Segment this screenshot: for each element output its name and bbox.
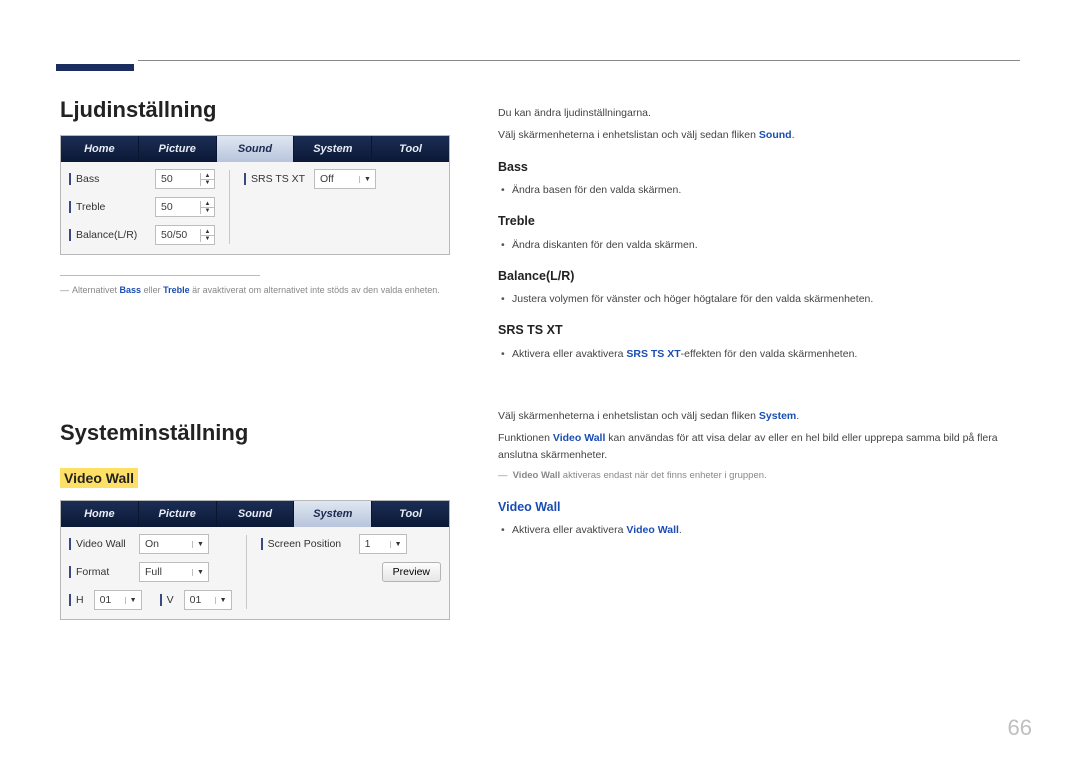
tab-sound[interactable]: Sound xyxy=(217,136,295,162)
videowall-heading: Video Wall xyxy=(498,498,1020,517)
srs-heading: SRS TS XT xyxy=(498,321,1020,340)
caret-down-icon[interactable]: ▼ xyxy=(201,235,214,242)
preview-button[interactable]: Preview xyxy=(382,562,441,582)
treble-label: Treble xyxy=(69,201,149,213)
balance-label: Balance(L/R) xyxy=(69,229,149,241)
srs-value: Off xyxy=(315,173,359,185)
sound-panel-body: Bass 50 ▲ ▼ Treble xyxy=(61,162,449,254)
system-note: ― Video Wall aktiveras endast när det fi… xyxy=(498,469,1020,484)
h-label: H xyxy=(69,594,88,606)
footnote-text: eller xyxy=(141,285,163,295)
vertical-divider xyxy=(229,170,230,244)
tab-picture[interactable]: Picture xyxy=(139,136,217,162)
system-tabbar: Home Picture Sound System Tool xyxy=(61,501,449,527)
caret-down-icon[interactable]: ▼ xyxy=(201,207,214,214)
h-dropdown[interactable]: 01 ▼ xyxy=(94,590,142,610)
tab-home[interactable]: Home xyxy=(61,501,139,527)
dash-icon: ― xyxy=(60,284,70,297)
page-root: Ljudinställning Home Picture Sound Syste… xyxy=(0,0,1080,680)
screenpos-label: Screen Position xyxy=(261,538,353,550)
balance-heading: Balance(L/R) xyxy=(498,267,1020,286)
sound-panel: Home Picture Sound System Tool Bass 50 xyxy=(60,135,450,255)
footnote-text: är avaktiverat om alternativet inte stöd… xyxy=(190,285,440,295)
chevron-down-icon[interactable]: ▼ xyxy=(390,541,406,548)
header-accent-bar xyxy=(56,64,134,71)
sound-footnote: ― Alternativet Bass eller Treble är avak… xyxy=(60,284,450,297)
screenpos-dropdown[interactable]: 1 ▼ xyxy=(359,534,407,554)
balance-stepper[interactable]: 50/50 ▲ ▼ xyxy=(155,225,215,245)
sound-section: Ljudinställning Home Picture Sound Syste… xyxy=(60,79,1020,366)
v-value: 01 xyxy=(185,594,215,606)
sound-left-column: Ljudinställning Home Picture Sound Syste… xyxy=(60,79,450,366)
bass-label: Bass xyxy=(69,173,149,185)
tab-tool[interactable]: Tool xyxy=(372,501,449,527)
system-panel-body: Video Wall On ▼ Format Full ▼ xyxy=(61,527,449,619)
srs-label: SRS TS XT xyxy=(244,173,308,185)
system-panel: Home Picture Sound System Tool Video Wal… xyxy=(60,500,450,620)
system-fn-desc: Funktionen Video Wall kan användas för a… xyxy=(498,430,1020,463)
sound-tabbar: Home Picture Sound System Tool xyxy=(61,136,449,162)
system-right-column: Välj skärmenheterna i enhetslistan och v… xyxy=(498,402,1020,640)
treble-desc: Ändra diskanten för den valda skärmen. xyxy=(512,237,1020,253)
treble-value: 50 xyxy=(156,201,200,213)
tab-system[interactable]: System xyxy=(294,136,372,162)
chevron-down-icon[interactable]: ▼ xyxy=(192,569,208,576)
bass-heading: Bass xyxy=(498,158,1020,177)
v-label: V xyxy=(160,594,178,606)
sound-right-column: Du kan ändra ljudinställningarna. Välj s… xyxy=(498,79,1020,366)
format-value: Full xyxy=(140,566,192,578)
sound-intro-2: Välj skärmenheterna i enhetslistan och v… xyxy=(498,127,1020,143)
header-rule xyxy=(138,60,1020,61)
system-group-right: Screen Position 1 ▼ Preview xyxy=(261,533,441,611)
tab-sound[interactable]: Sound xyxy=(217,501,295,527)
balance-desc: Justera volymen för vänster och höger hö… xyxy=(512,291,1020,307)
sound-group-right: SRS TS XT Off ▼ xyxy=(244,168,376,246)
tab-tool[interactable]: Tool xyxy=(372,136,449,162)
balance-value: 50/50 xyxy=(156,229,200,241)
footnote-treble: Treble xyxy=(163,285,190,295)
system-group-left: Video Wall On ▼ Format Full ▼ xyxy=(69,533,232,611)
treble-heading: Treble xyxy=(498,212,1020,231)
videowall-desc: Aktivera eller avaktivera Video Wall. xyxy=(512,522,1020,538)
treble-stepper[interactable]: 50 ▲ ▼ xyxy=(155,197,215,217)
footnote-text: Alternativet xyxy=(72,285,120,295)
bass-stepper[interactable]: 50 ▲ ▼ xyxy=(155,169,215,189)
system-title: Systeminställning xyxy=(60,420,450,446)
format-label: Format xyxy=(69,566,133,578)
tab-picture[interactable]: Picture xyxy=(139,501,217,527)
system-intro-1: Välj skärmenheterna i enhetslistan och v… xyxy=(498,408,1020,424)
system-section: Systeminställning Video Wall Home Pictur… xyxy=(60,402,1020,640)
dash-icon: ― xyxy=(498,469,510,484)
srs-dropdown[interactable]: Off ▼ xyxy=(314,169,376,189)
format-dropdown[interactable]: Full ▼ xyxy=(139,562,209,582)
tab-system[interactable]: System xyxy=(294,501,372,527)
videowall-value: On xyxy=(140,538,192,550)
tab-home[interactable]: Home xyxy=(61,136,139,162)
screenpos-value: 1 xyxy=(360,538,390,550)
videowall-dropdown[interactable]: On ▼ xyxy=(139,534,209,554)
sound-group-left: Bass 50 ▲ ▼ Treble xyxy=(69,168,215,246)
caret-down-icon[interactable]: ▼ xyxy=(201,179,214,186)
sound-intro-1: Du kan ändra ljudinställningarna. xyxy=(498,105,1020,121)
page-number: 66 xyxy=(1008,715,1032,741)
v-dropdown[interactable]: 01 ▼ xyxy=(184,590,232,610)
chevron-down-icon[interactable]: ▼ xyxy=(192,541,208,548)
h-value: 01 xyxy=(95,594,125,606)
bass-value: 50 xyxy=(156,173,200,185)
chevron-down-icon[interactable]: ▼ xyxy=(125,597,141,604)
vertical-divider xyxy=(246,535,247,609)
srs-desc: Aktivera eller avaktivera SRS TS XT-effe… xyxy=(512,346,1020,362)
chevron-down-icon[interactable]: ▼ xyxy=(215,597,231,604)
footnote-rule xyxy=(60,275,260,276)
bass-desc: Ändra basen för den valda skärmen. xyxy=(512,182,1020,198)
footnote-bass: Bass xyxy=(120,285,142,295)
sound-title: Ljudinställning xyxy=(60,97,450,123)
system-left-column: Systeminställning Video Wall Home Pictur… xyxy=(60,402,450,640)
chevron-down-icon[interactable]: ▼ xyxy=(359,176,375,183)
videowall-label: Video Wall xyxy=(69,538,133,550)
video-wall-highlight: Video Wall xyxy=(60,468,138,488)
